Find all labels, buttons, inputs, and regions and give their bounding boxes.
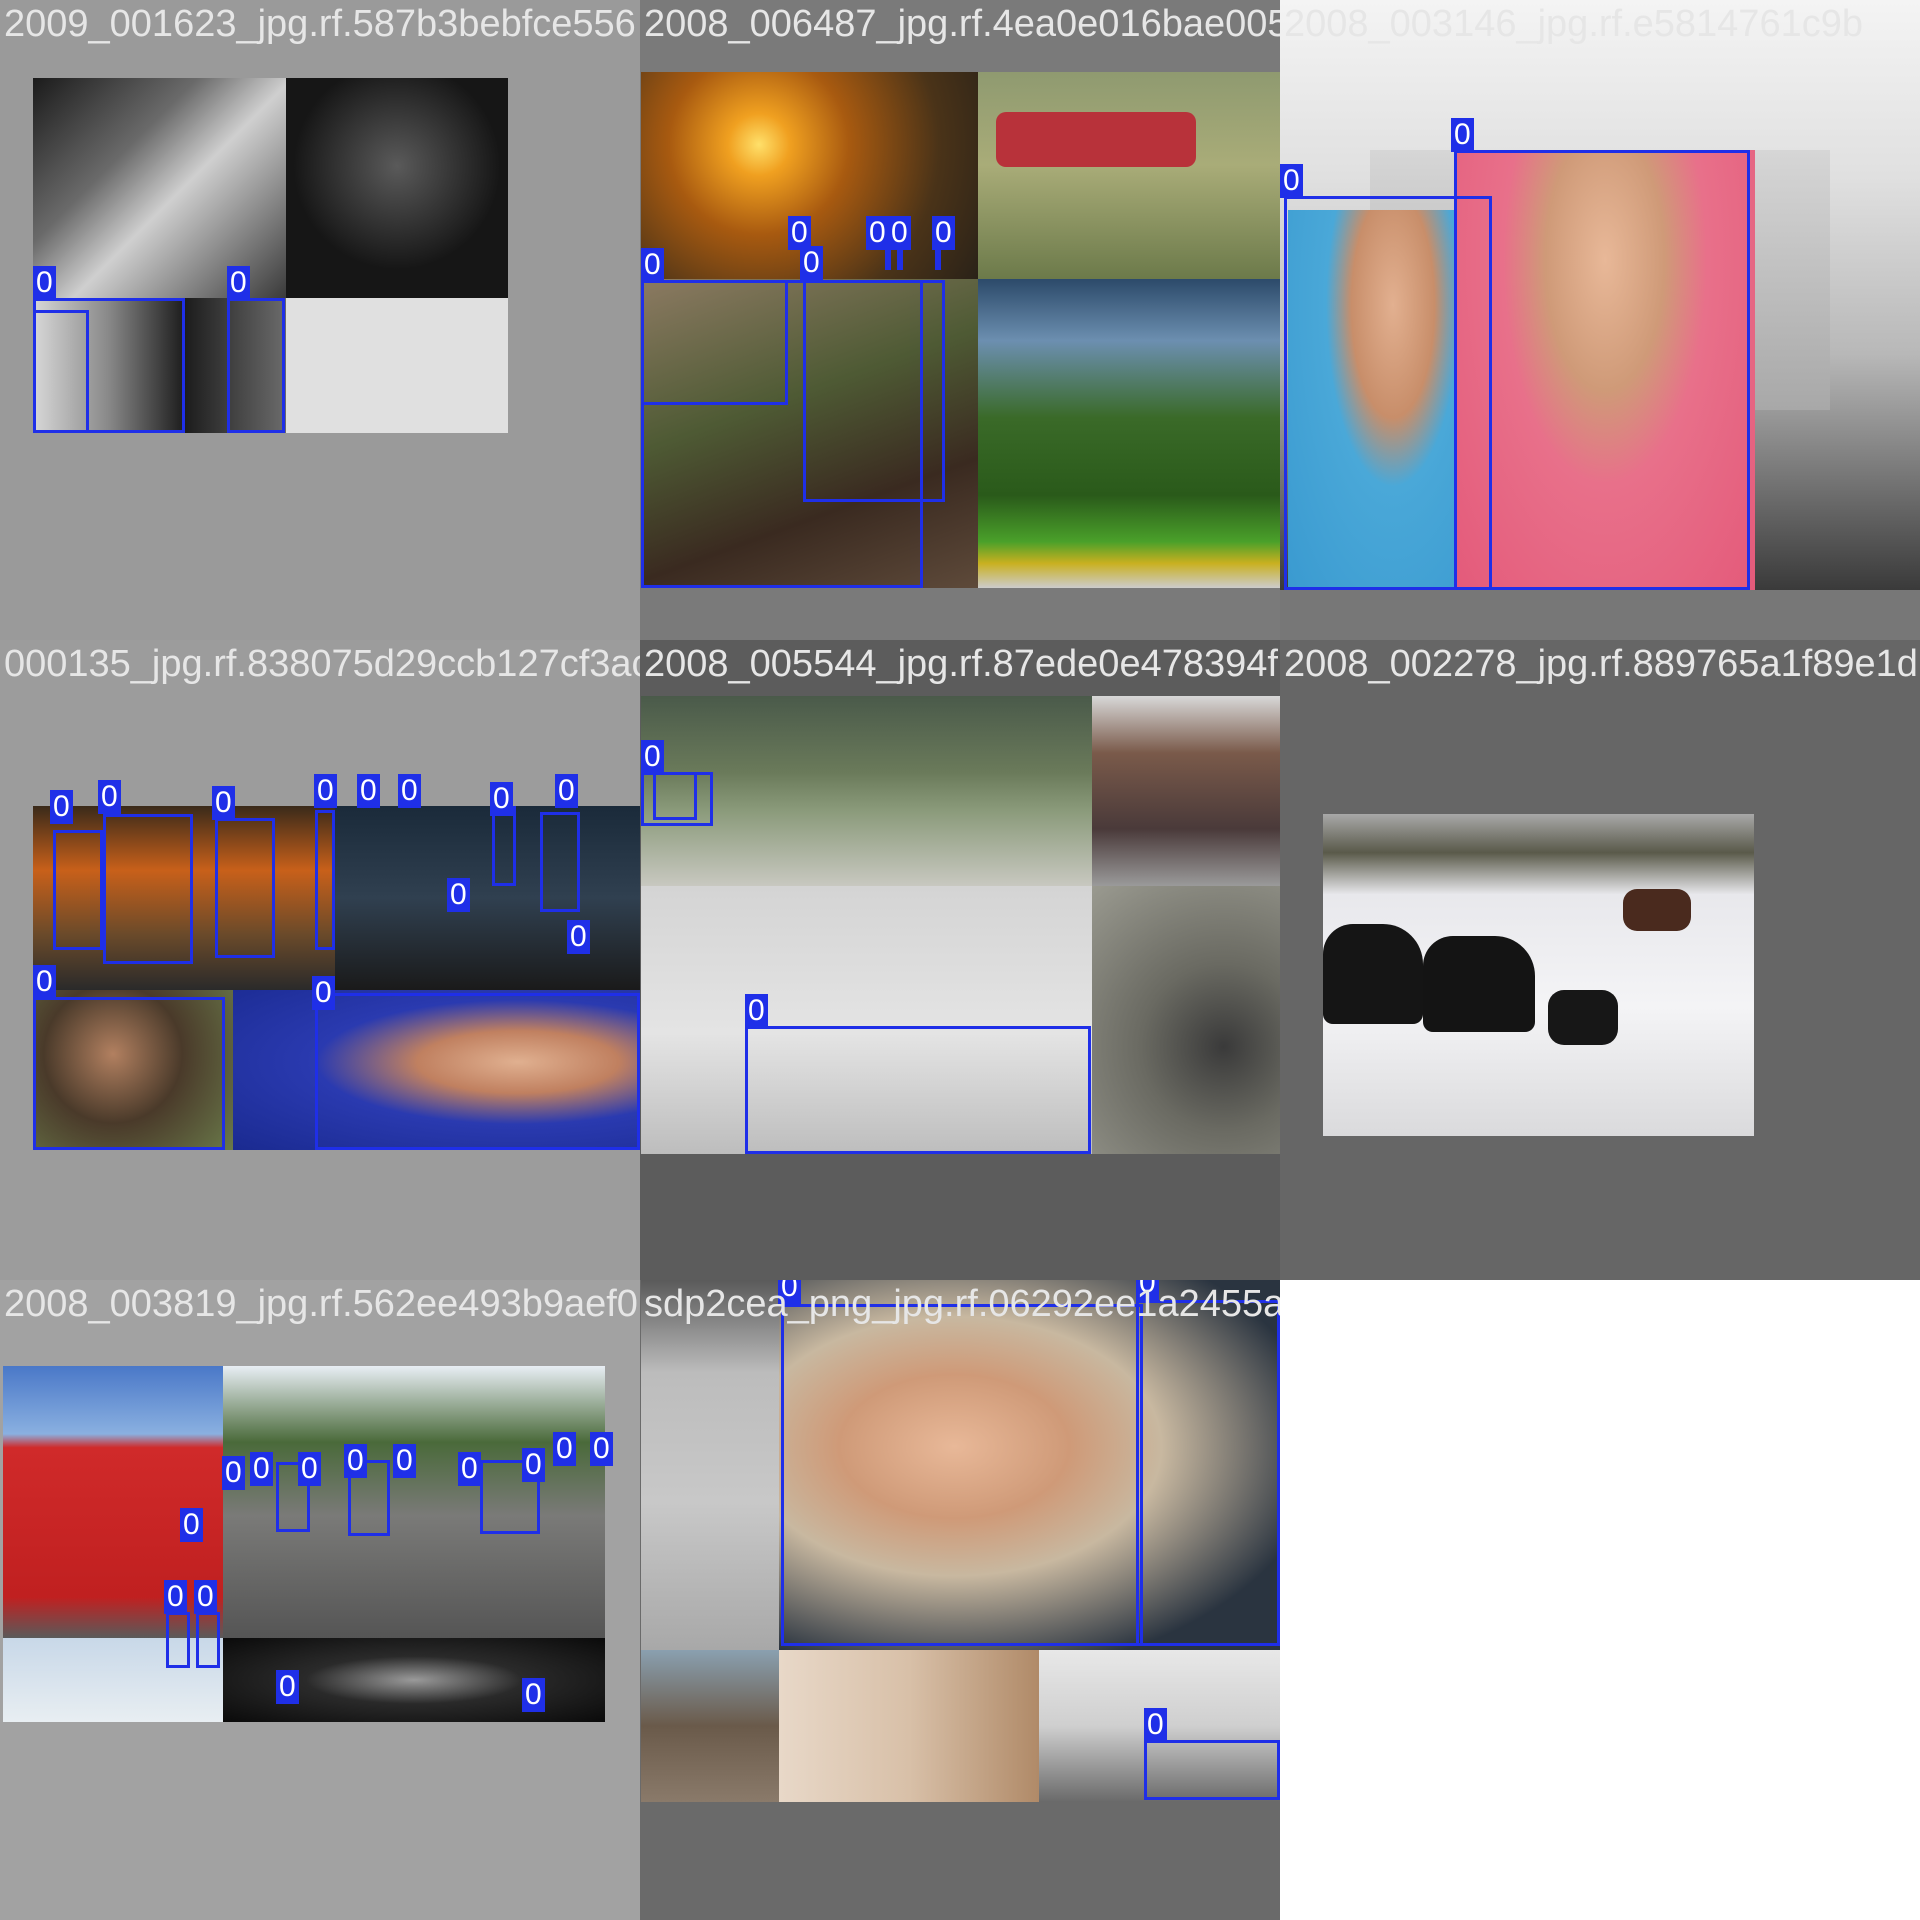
detection-box [227,298,285,433]
detection-box [885,250,891,270]
detection-box [315,993,640,1150]
tile-caption: 000135_jpg.rf.838075d29ccb127cf3ac [4,643,640,685]
mosaic-tile-3: 2008_003146_jpg.rf.e5814761c9b 0 0 [1280,0,1920,640]
mosaic-tile-7: 2008_003819_jpg.rf.562ee493b9aef0 0 0 0 … [0,1280,640,1920]
cow-black-1 [1323,924,1423,1024]
detection-box [33,997,225,1150]
detection-label: 0 [98,780,121,814]
mosaic-tile-6: 2008_002278_jpg.rf.889765a1f89e1d [1280,640,1920,1280]
detection-label: 0 [393,1444,416,1478]
detection-label: 0 [398,774,421,808]
detection-label: 0 [344,1444,367,1478]
detection-label: 0 [164,1580,187,1614]
detection-box [196,1612,220,1668]
detection-box [745,1026,1091,1154]
detection-label: 0 [222,1456,245,1490]
truck-image [1092,886,1280,1154]
mosaic-tile-5: 2008_005544_jpg.rf.87ede0e478394f 0 0 [640,640,1280,1280]
detection-label: 0 [250,1452,273,1486]
door-image [779,1650,1039,1802]
detection-label: 0 [1144,1708,1167,1742]
mosaic-tile-4: 000135_jpg.rf.838075d29ccb127cf3ac 0 0 0… [0,640,640,1280]
mosaic-tile-1: 2009_001623_jpg.rf.587b3bebfce556 0 0 [0,0,640,640]
cow-brown [1623,889,1691,931]
tile-caption: 2008_002278_jpg.rf.889765a1f89e1d [1284,643,1918,685]
detection-label: 0 [641,740,664,774]
detection-label: 0 [212,786,235,820]
calf-black [1548,990,1618,1045]
detection-box [1136,1300,1280,1646]
detection-label: 0 [590,1432,613,1466]
detection-label: 0 [1280,164,1303,198]
mosaic-photo [3,1366,605,1722]
detection-label: 0 [553,1432,576,1466]
detection-label: 0 [180,1508,203,1542]
tile-caption: 2009_001623_jpg.rf.587b3bebfce556 [4,3,636,45]
detection-box [1454,150,1750,590]
detection-label: 0 [447,878,470,912]
detection-box [653,772,697,820]
detection-label: 0 [555,774,578,808]
tile-caption: 2008_005544_jpg.rf.87ede0e478394f [644,643,1278,685]
building-image [1092,696,1280,886]
detection-label: 0 [276,1670,299,1704]
detection-label: 0 [522,1678,545,1712]
detection-label: 0 [314,774,337,808]
boat-image [978,72,1280,279]
detection-label: 0 [522,1448,545,1482]
detection-label: 0 [312,976,335,1010]
detection-label: 0 [866,216,889,250]
boat-hull [996,112,1196,167]
detection-label: 0 [194,1580,217,1614]
detection-label: 0 [458,1452,481,1486]
cows-in-snow-image [1323,814,1754,1136]
detection-label: 0 [1451,118,1474,152]
detection-box [897,250,903,270]
detection-label: 0 [357,774,380,808]
detection-label: 0 [567,920,590,954]
bus-image [3,1366,223,1638]
mosaic-tile-2: 2008_006487_jpg.rf.4ea0e016bae005 0 0 0 … [640,0,1280,640]
detection-box [781,1304,1143,1646]
dancer-image [286,78,508,298]
detection-box [540,812,580,912]
detection-box [935,250,941,270]
tile-caption: sdp2cea_png_jpg.rf.06292ee1a2455a2c7b1bd [644,1283,1280,1325]
detection-box [215,818,275,958]
detection-box [492,806,516,886]
pavement-image [641,1280,779,1650]
detection-label: 0 [227,266,250,300]
tile-caption: 2008_003146_jpg.rf.e5814761c9b [1284,3,1863,45]
mosaic-tile-8: sdp2cea_png_jpg.rf.06292ee1a2455a2c7b1bd… [640,1280,1280,1920]
tile-caption: 2008_006487_jpg.rf.4ea0e016bae005 [644,3,1280,45]
detection-label: 0 [800,246,823,280]
detection-label: 0 [33,266,56,300]
detection-box [315,810,335,950]
crowd-street-image [641,1650,779,1802]
detection-box [1144,1740,1280,1800]
detection-label: 0 [788,216,811,250]
detection-box [103,814,193,964]
street-image [335,806,640,990]
crowd-image [3,1638,223,1722]
detection-label: 0 [745,994,768,1028]
garden-image [978,279,1280,588]
detection-box [166,1612,190,1668]
detection-box [803,280,945,502]
detection-box [53,830,103,950]
airplane-image [286,298,508,433]
detection-label: 0 [641,248,664,282]
detection-box [641,280,788,405]
detection-label: 0 [888,216,911,250]
cow-black-2 [1423,936,1535,1032]
dog-image [33,78,286,298]
tile-caption: 2008_003819_jpg.rf.562ee493b9aef0 [4,1283,638,1325]
detection-box [33,310,89,433]
detection-label: 0 [490,782,513,816]
detection-label: 0 [932,216,955,250]
detection-label: 0 [50,790,73,824]
detection-label: 0 [33,965,56,999]
detection-label: 0 [298,1452,321,1486]
